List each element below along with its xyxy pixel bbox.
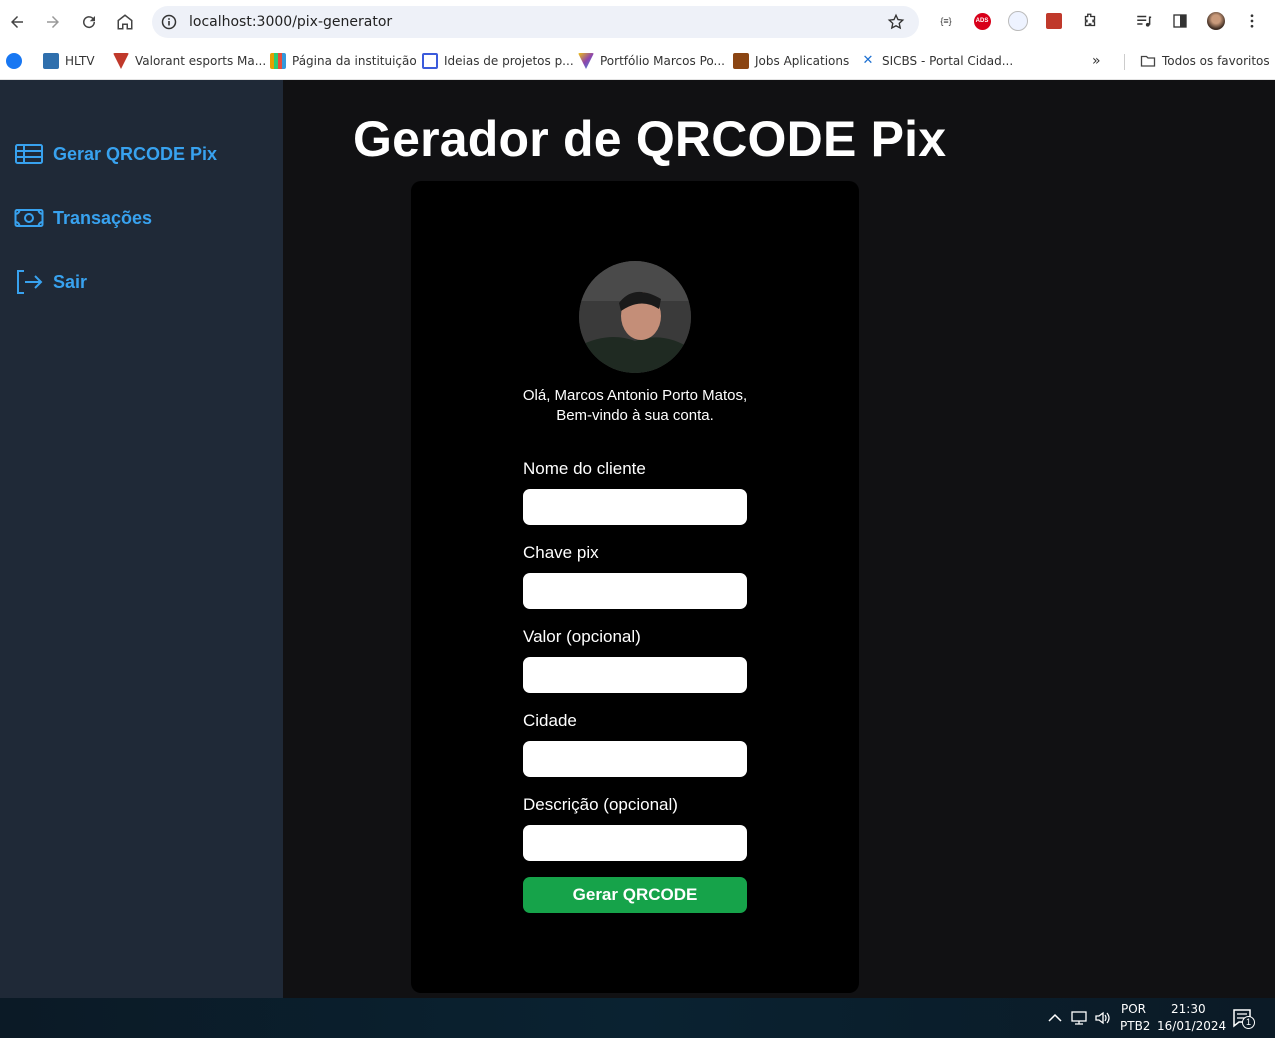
table-icon: [15, 144, 43, 164]
facebook-bookmark[interactable]: [6, 52, 28, 70]
facebook-icon: [6, 53, 22, 69]
valorant-icon: [113, 53, 129, 69]
volume-icon[interactable]: [1094, 1010, 1112, 1026]
greeting: Olá, Marcos Antonio Porto Matos, Bem-vin…: [411, 386, 859, 426]
home-icon: [117, 14, 133, 30]
bookmark-hltv[interactable]: HLTV: [43, 52, 95, 70]
clock-date[interactable]: 16/01/2024: [1157, 1019, 1226, 1033]
reload-button[interactable]: [72, 5, 106, 39]
forward-button[interactable]: [36, 5, 70, 39]
bookmarks-divider: [1124, 54, 1125, 70]
valor-label: Valor (opcional): [523, 627, 641, 646]
sidebar-item-sair[interactable]: Sair: [14, 267, 87, 297]
chave-pix-label: Chave pix: [523, 543, 599, 562]
sicbs-icon: ✕: [862, 53, 874, 68]
page-title: Gerador de QRCODE Pix: [353, 111, 947, 167]
portfolio-icon: [578, 53, 594, 69]
nome-cliente-label: Nome do cliente: [523, 459, 646, 478]
sidebar-item-label: Sair: [53, 271, 88, 292]
greeting-line-1: Olá, Marcos Antonio Porto Matos,: [522, 387, 748, 404]
json-viewer-extension-icon[interactable]: {≡}: [936, 11, 956, 31]
bookmark-label: Valorant esports Ma...: [135, 54, 267, 68]
shield-extension-icon[interactable]: [1008, 11, 1028, 31]
hltv-icon: [43, 53, 59, 69]
sidebar-item-label: Gerar QRCODE Pix: [53, 143, 218, 164]
extensions-icon[interactable]: [1080, 11, 1100, 31]
puzzle-red-extension-icon[interactable]: [1044, 11, 1064, 31]
logout-icon: [17, 270, 43, 294]
briefcase-icon: [733, 53, 749, 69]
user-avatar: [579, 261, 691, 373]
all-favorites-label: Todos os favoritos: [1162, 54, 1270, 68]
bookmark-instituicao[interactable]: Página da instituição: [270, 52, 417, 70]
bookmark-star-icon[interactable]: [887, 13, 905, 31]
bookmark-ideias[interactable]: Ideias de projetos p...: [422, 52, 574, 70]
language-indicator-top[interactable]: POR: [1121, 1002, 1146, 1016]
descricao-input[interactable]: [523, 825, 747, 861]
nome-cliente-input[interactable]: [523, 489, 747, 525]
valor-input[interactable]: [523, 657, 747, 693]
cidade-input[interactable]: [523, 741, 747, 777]
json-extension-label: {≡}: [940, 16, 952, 26]
home-button[interactable]: [108, 5, 142, 39]
browser-toolbar: localhost:3000/pix-generator {≡} ADS: [0, 0, 1275, 44]
back-arrow-icon: [11, 16, 23, 28]
cidade-label: Cidade: [523, 711, 577, 730]
address-bar[interactable]: localhost:3000/pix-generator: [152, 6, 919, 38]
notification-count-badge: 1: [1242, 1016, 1255, 1029]
bookmark-label: Portfólio Marcos Po...: [600, 54, 725, 68]
side-panel-icon[interactable]: [1170, 11, 1190, 31]
bookmark-label: Ideias de projetos p...: [444, 54, 574, 68]
info-icon[interactable]: [161, 14, 177, 30]
sidebar-item-label: Transações: [53, 207, 153, 228]
language-indicator-bottom[interactable]: PTB2: [1120, 1019, 1150, 1033]
ideas-icon: [422, 53, 438, 69]
sidebar: Gerar QRCODE Pix Transações Sair: [0, 80, 283, 998]
profile-avatar[interactable]: [1206, 11, 1226, 31]
chevron-up-icon[interactable]: [1046, 1010, 1064, 1026]
ads-extension-icon[interactable]: ADS: [972, 11, 992, 31]
bookmark-jobs[interactable]: Jobs Aplications: [733, 52, 849, 70]
all-favorites-folder[interactable]: Todos os favoritos: [1140, 52, 1270, 70]
bookmark-sicbs[interactable]: ✕ SICBS - Portal Cidad...: [860, 52, 1014, 70]
back-button[interactable]: [0, 5, 34, 39]
notifications-button[interactable]: 1: [1232, 1008, 1255, 1030]
ads-extension-label: ADS: [973, 12, 991, 30]
bookmark-label: Jobs Aplications: [755, 54, 850, 68]
pix-form-card: Olá, Marcos Antonio Porto Matos, Bem-vin…: [411, 181, 859, 993]
menu-kebab-icon[interactable]: [1242, 11, 1262, 31]
bar-chart-icon: [270, 53, 286, 69]
bookmark-portfolio[interactable]: Portfólio Marcos Po...: [578, 52, 725, 70]
bookmarks-bar: HLTV Valorant esports Ma... Página da in…: [0, 44, 1275, 80]
folder-icon: [1140, 55, 1156, 67]
windows-taskbar: POR PTB2 21:30 16/01/2024 1: [0, 998, 1275, 1038]
bookmark-valorant[interactable]: Valorant esports Ma...: [113, 52, 266, 70]
gerar-qrcode-button[interactable]: Gerar QRCODE: [523, 877, 747, 913]
reload-icon: [83, 16, 96, 29]
sidebar-item-transacoes[interactable]: Transações: [14, 203, 152, 233]
bookmark-label: SICBS - Portal Cidad...: [882, 54, 1014, 68]
network-icon[interactable]: [1070, 1010, 1088, 1026]
sidebar-item-gerar-qrcode[interactable]: Gerar QRCODE Pix: [14, 139, 217, 169]
chave-pix-input[interactable]: [523, 573, 747, 609]
media-playlist-icon[interactable]: [1134, 11, 1154, 31]
url-text[interactable]: localhost:3000/pix-generator: [189, 14, 392, 30]
bookmark-label: HLTV: [65, 54, 95, 68]
descricao-label: Descrição (opcional): [523, 795, 678, 814]
more-bookmarks-chevron-icon[interactable]: »: [1092, 52, 1101, 70]
bookmark-label: Página da instituição: [292, 54, 417, 68]
clock-time[interactable]: 21:30: [1171, 1002, 1206, 1016]
user-photo: [579, 261, 691, 373]
money-icon: [14, 209, 44, 227]
main-content: Gerador de QRCODE Pix Olá, Marcos Antoni…: [283, 80, 1275, 998]
forward-arrow-icon: [47, 16, 59, 28]
greeting-line-2: Bem-vindo à sua conta.: [556, 407, 714, 424]
